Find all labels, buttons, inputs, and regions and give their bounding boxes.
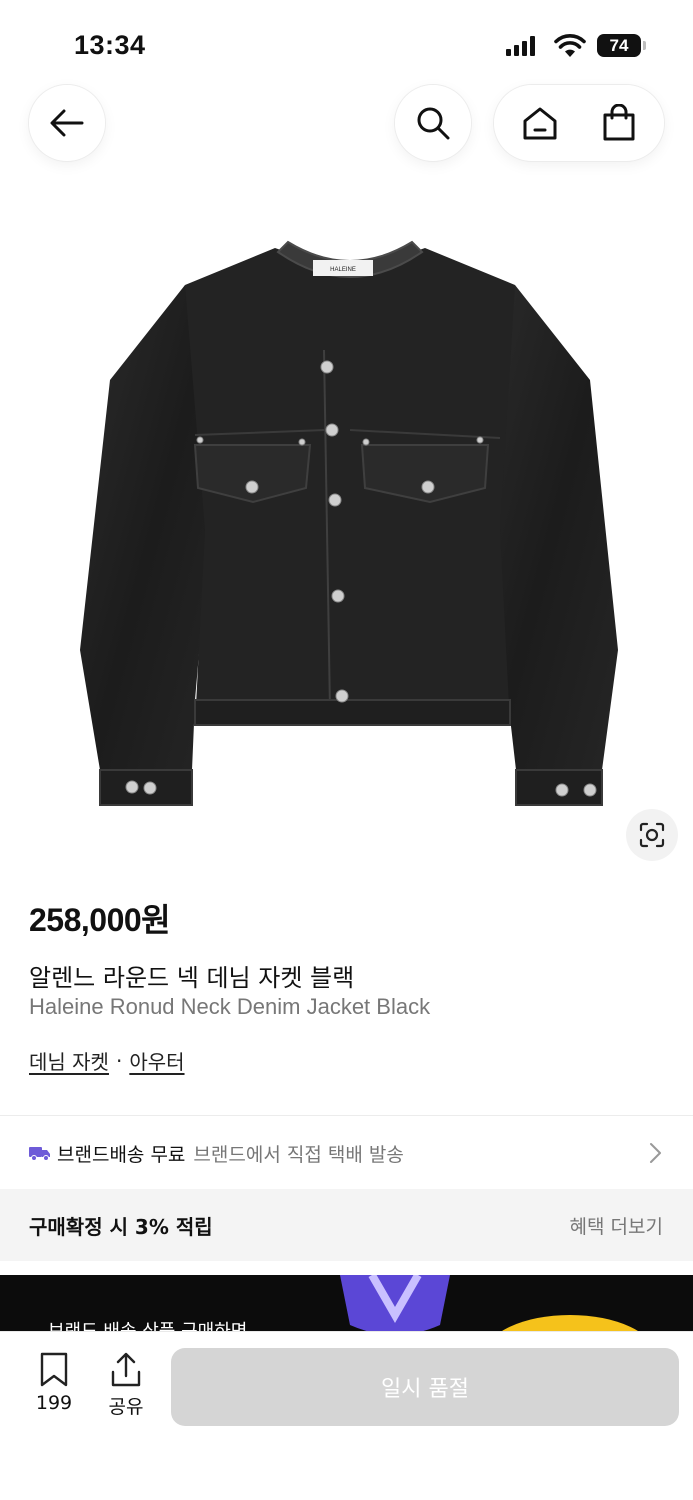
bookmark-count: 199 [35,1392,73,1414]
benefit-title: 구매확정 시 3% 적립 [29,1214,213,1239]
battery-cap [643,41,646,50]
nav-pill [494,85,664,161]
home-icon [523,107,556,140]
cellular-signal-icon [506,36,535,56]
visual-search-button[interactable] [626,809,678,861]
section-divider [0,1115,693,1116]
status-bar: 13:34 74 [0,0,693,80]
shopping-bag-button[interactable] [584,88,654,158]
product-name-english: Haleine Ronud Neck Denim Jacket Black [29,994,431,1019]
lens-icon [639,822,665,848]
shopping-bag-icon [603,104,634,141]
truck-icon [29,1147,50,1161]
category-link-outer[interactable]: 아우터 [129,1046,184,1075]
bookmark-button[interactable]: 199 [28,1352,80,1414]
back-button[interactable] [29,85,105,161]
share-icon [111,1352,141,1387]
search-button[interactable] [395,85,471,161]
product-image: HALEINE [80,240,618,806]
sold-out-button[interactable]: 일시 품절 [171,1348,679,1426]
shipping-detail: 브랜드에서 직접 택배 발송 [193,1143,404,1166]
brand-label-text: HALEINE [330,267,356,273]
home-button[interactable] [505,88,575,158]
share-button[interactable]: 공유 [100,1352,152,1419]
chevron-right-icon [650,1143,661,1163]
shipping-title: 브랜드배송 무료 [57,1143,186,1166]
shipping-info-row[interactable]: 브랜드배송 무료 브랜드에서 직접 택배 발송 [0,1118,693,1188]
bookmark-icon [40,1352,68,1387]
benefit-more-link[interactable]: 혜택 더보기 [570,1212,663,1239]
promo-coin-graphic [340,1275,450,1335]
category-link-denim-jacket[interactable]: 데님 자켓 [29,1046,109,1075]
arrow-left-icon [50,109,84,137]
category-breadcrumb: 데님 자켓 · 아우터 [29,1046,185,1075]
product-price: 258,000원 [29,902,171,938]
product-name-korean: 알렌느 라운드 넥 데님 자켓 블랙 [29,964,355,992]
share-label: 공유 [108,1396,144,1418]
category-separator: · [115,1048,123,1073]
benefit-row: 구매확정 시 3% 적립 혜택 더보기 [0,1189,693,1261]
wifi-icon [554,34,586,57]
search-icon [417,107,450,140]
bottom-action-bar: 199 공유 일시 품절 [0,1331,693,1500]
battery-indicator: 74 [597,34,641,57]
status-time: 13:34 [74,30,146,60]
